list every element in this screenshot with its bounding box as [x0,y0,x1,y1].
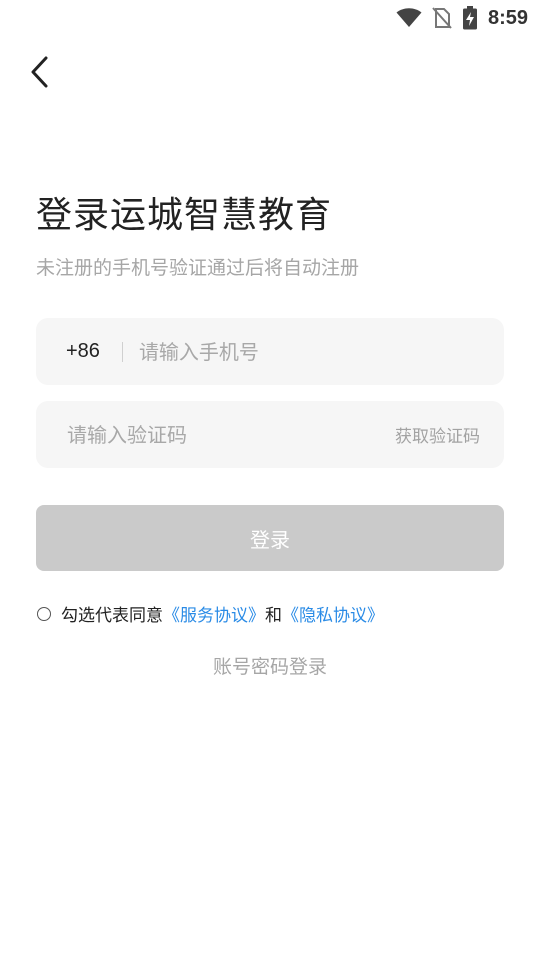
status-time: 8:59 [487,6,528,29]
chevron-left-icon [30,55,50,93]
verification-code-input[interactable] [67,422,395,447]
get-code-button[interactable]: 获取验证码 [395,422,480,447]
verification-code-field[interactable]: 获取验证码 [36,401,504,468]
no-sim-icon [432,7,452,29]
back-button[interactable] [22,54,58,94]
field-divider [121,341,123,362]
status-bar: 8:59 [0,0,540,36]
login-button[interactable]: 登录 [36,505,504,571]
account-password-login-link[interactable]: 账号密码登录 [0,652,540,679]
battery-charging-icon [462,6,478,30]
agreement-row: 勾选代表同意 《服务协议》 和 《隐私协议》 [36,601,384,626]
agreement-prefix: 勾选代表同意 [61,606,163,626]
agreement-conjunction: 和 [265,606,282,626]
page-subtitle: 未注册的手机号验证通过后将自动注册 [36,257,360,279]
page-title: 登录运城智慧教育 [36,195,333,236]
agreement-radio[interactable] [37,606,51,621]
privacy-agreement-link[interactable]: 《隐私协议》 [282,601,384,626]
service-agreement-link[interactable]: 《服务协议》 [163,601,265,626]
login-screen: 8:59 登录运城智慧教育 未注册的手机号验证通过后将自动注册 +86 获取验证… [0,0,540,960]
wifi-icon [396,8,422,28]
phone-input[interactable] [138,339,504,364]
phone-field[interactable]: +86 [36,318,504,385]
country-code[interactable]: +86 [66,340,100,363]
